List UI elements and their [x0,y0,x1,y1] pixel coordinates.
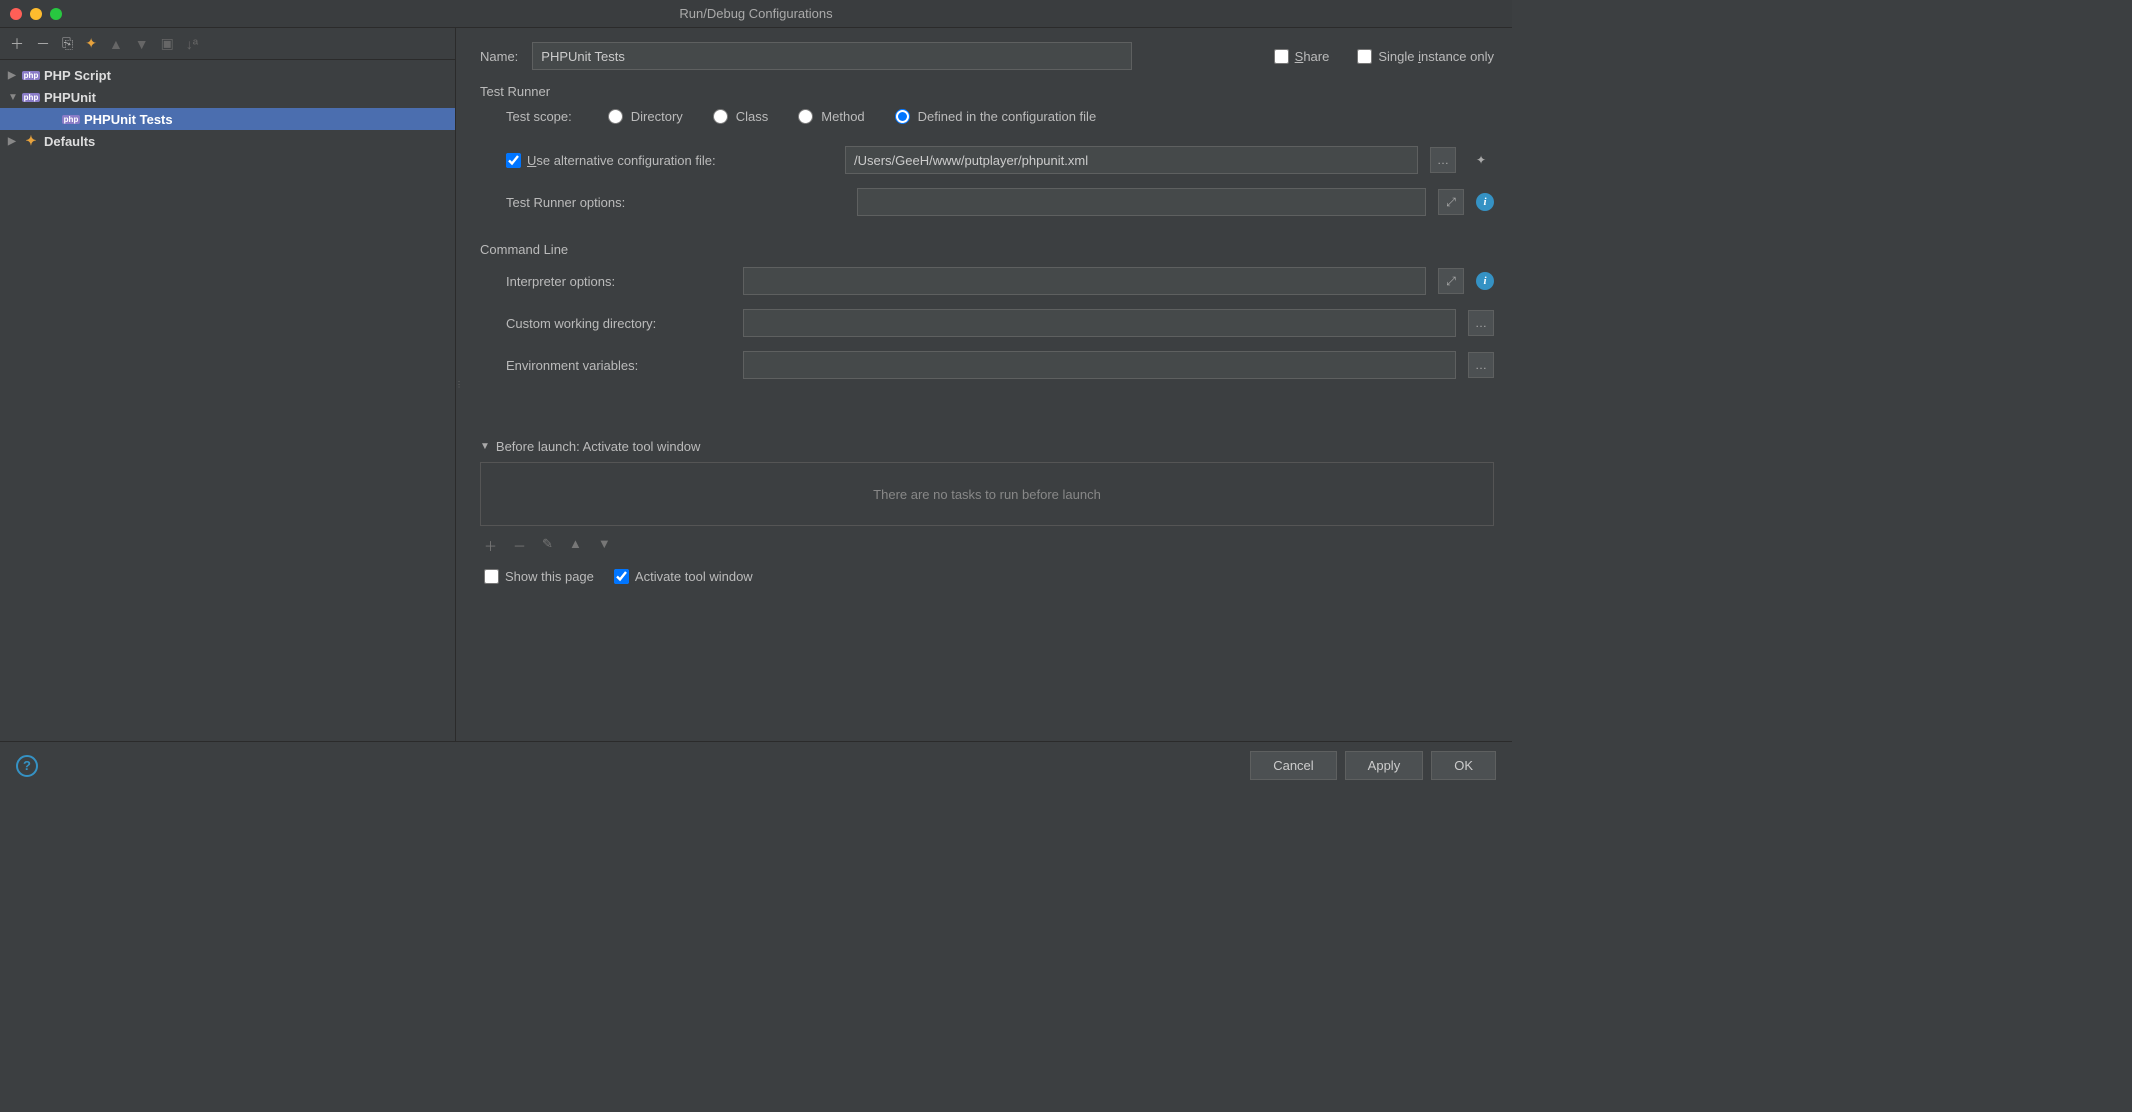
add-task-icon[interactable]: ＋ [484,536,497,555]
single-instance-checkbox[interactable] [1357,49,1372,64]
before-launch-tasks-list: There are no tasks to run before launch [480,462,1494,526]
single-instance-label: Single instance onlySingle instance only [1378,49,1494,64]
info-icon[interactable]: i [1476,272,1494,290]
apply-button[interactable]: Apply [1345,751,1424,780]
move-down-icon[interactable]: ▼ [135,36,149,52]
activate-window-checkbox[interactable] [614,569,629,584]
php-icon: php [22,71,41,80]
cancel-button[interactable]: Cancel [1250,751,1336,780]
help-icon[interactable]: ? [16,755,38,777]
share-checkbox[interactable] [1274,49,1289,64]
before-launch-empty-text: There are no tasks to run before launch [873,487,1101,502]
scope-directory-radio[interactable] [608,109,623,124]
detail-panel: Name: SSharehare Single instance onlySin… [462,28,1512,741]
test-scope-label: Test scope: [506,109,572,124]
browse-env-button[interactable]: … [1468,352,1494,378]
activate-window-label: Activate tool window [635,569,753,584]
collapse-arrow-icon: ▼ [480,441,490,452]
tree-item-phpunit-tests[interactable]: php PHPUnit Tests [0,108,455,130]
interpreter-options-input[interactable] [743,267,1426,295]
show-page-checkbox[interactable] [484,569,499,584]
window-title: Run/Debug Configurations [679,6,832,21]
expand-runner-options-button[interactable]: ⤢ [1438,189,1464,215]
config-tree: ▶ php PHP Script ▼ php PHPUnit php PHPUn… [0,60,455,741]
scope-method-label: Method [821,109,864,124]
env-input[interactable] [743,351,1456,379]
browse-cwd-button[interactable]: … [1468,310,1494,336]
before-launch-header[interactable]: ▼ Before launch: Activate tool window [480,439,1494,454]
gear-icon: ✦ [22,134,40,148]
before-launch-title: Before launch: Activate tool window [496,439,701,454]
edit-templates-icon[interactable]: ✦ [85,35,97,52]
test-runner-title: Test Runner [480,84,1494,99]
alt-config-label: Use alternative configuration file:Use a… [527,153,716,168]
scope-method-radio[interactable] [798,109,813,124]
tree-label: PHPUnit [44,90,96,105]
command-line-title: Command Line [480,242,1494,257]
collapse-arrow-icon: ▼ [8,92,22,103]
sort-icon[interactable]: ↓ª [186,36,198,52]
php-icon: php [22,93,41,102]
config-sidebar: ＋ － ⎘ ✦ ▲ ▼ ▣ ↓ª ▶ php PHP Script ▼ php … [0,28,456,741]
info-icon[interactable]: i [1476,193,1494,211]
expand-interpreter-options-button[interactable]: ⤢ [1438,268,1464,294]
tree-item-phpunit[interactable]: ▼ php PHPUnit [0,86,455,108]
maximize-window-button[interactable] [50,8,62,20]
remove-config-icon[interactable]: － [36,34,50,54]
scope-config-radio[interactable] [895,109,910,124]
show-page-label: Show this page [505,569,594,584]
php-icon: php [62,115,81,124]
alt-config-input[interactable] [845,146,1418,174]
titlebar: Run/Debug Configurations [0,0,1512,28]
scope-config-label: Defined in the configuration file [918,109,1097,124]
scope-directory-label: Directory [631,109,683,124]
folder-icon[interactable]: ▣ [161,35,174,52]
browse-config-button[interactable]: … [1430,147,1456,173]
close-window-button[interactable] [10,8,22,20]
dialog-footer: ? Cancel Apply OK [0,741,1512,789]
share-label: SSharehare [1295,49,1330,64]
tree-label: PHP Script [44,68,111,83]
tree-label: PHPUnit Tests [84,112,173,127]
tree-label: Defaults [44,134,95,149]
env-label: Environment variables: [506,358,638,373]
runner-options-input[interactable] [857,188,1426,216]
sidebar-toolbar: ＋ － ⎘ ✦ ▲ ▼ ▣ ↓ª [0,28,455,60]
minimize-window-button[interactable] [30,8,42,20]
name-label: Name: [480,49,518,64]
before-launch-toolbar: ＋ － ✎ ▲ ▼ [480,526,1494,565]
expand-arrow-icon: ▶ [8,70,22,81]
cwd-label: Custom working directory: [506,316,656,331]
add-config-icon[interactable]: ＋ [10,34,24,54]
scope-class-label: Class [736,109,769,124]
runner-options-label: Test Runner options: [506,195,625,210]
move-up-icon[interactable]: ▲ [109,36,123,52]
cwd-input[interactable] [743,309,1456,337]
scope-class-radio[interactable] [713,109,728,124]
alt-config-checkbox[interactable] [506,153,521,168]
config-settings-icon[interactable]: ✦ [1468,147,1494,173]
tree-item-php-script[interactable]: ▶ php PHP Script [0,64,455,86]
expand-arrow-icon: ▶ [8,136,22,147]
edit-task-icon[interactable]: ✎ [542,536,553,555]
copy-config-icon[interactable]: ⎘ [62,35,73,52]
name-input[interactable] [532,42,1132,70]
move-task-down-icon[interactable]: ▼ [598,536,611,555]
tree-item-defaults[interactable]: ▶ ✦ Defaults [0,130,455,152]
interpreter-options-label: Interpreter options: [506,274,615,289]
ok-button[interactable]: OK [1431,751,1496,780]
remove-task-icon[interactable]: － [513,536,526,555]
move-task-up-icon[interactable]: ▲ [569,536,582,555]
